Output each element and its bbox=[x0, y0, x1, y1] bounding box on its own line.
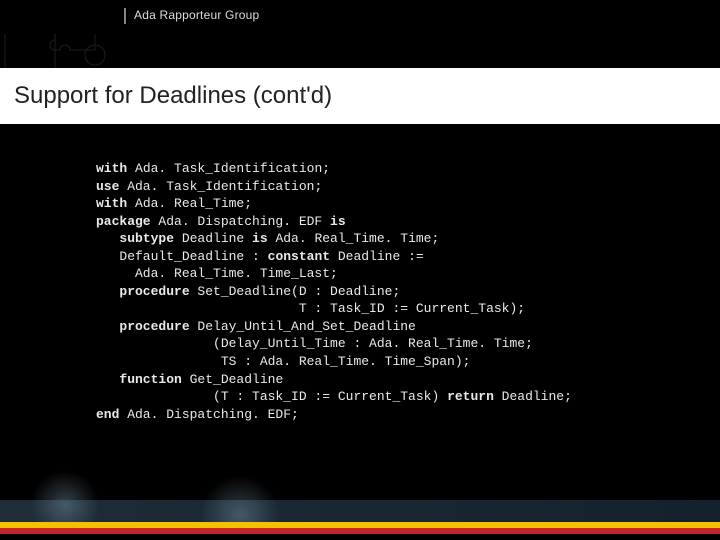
kw-with-2: with bbox=[96, 196, 127, 211]
kw-is-2: is bbox=[252, 231, 268, 246]
code-text: Deadline; bbox=[494, 389, 572, 404]
title-band: Support for Deadlines (cont'd) bbox=[0, 68, 720, 124]
code-text: Set_Deadline(D : Deadline; bbox=[190, 284, 401, 299]
kw-package: package bbox=[96, 214, 151, 229]
code-text: Ada. Dispatching. EDF; bbox=[119, 407, 298, 422]
kw-procedure-2: procedure bbox=[119, 319, 189, 334]
kw-is-1: is bbox=[330, 214, 346, 229]
kw-return: return bbox=[447, 389, 494, 404]
code-text: Delay_Until_And_Set_Deadline bbox=[190, 319, 416, 334]
slide-title: Support for Deadlines (cont'd) bbox=[14, 82, 332, 110]
footer bbox=[0, 500, 720, 540]
code-text: (Delay_Until_Time : Ada. Real_Time. Time… bbox=[96, 336, 533, 351]
kw-subtype: subtype bbox=[119, 231, 174, 246]
code-text: Default_Deadline : bbox=[96, 249, 268, 264]
code-indent bbox=[96, 284, 119, 299]
kw-function: function bbox=[119, 372, 181, 387]
code-text: (T : Task_ID := Current_Task) bbox=[96, 389, 447, 404]
footer-stripe-black bbox=[0, 534, 720, 540]
kw-with-1: with bbox=[96, 161, 127, 176]
header: Ada Rapporteur Group bbox=[0, 0, 720, 34]
code-text: T : Task_ID := Current_Task); bbox=[96, 301, 525, 316]
header-group-label: Ada Rapporteur Group bbox=[134, 8, 259, 22]
code-text: Ada. Real_Time; bbox=[127, 196, 252, 211]
kw-use: use bbox=[96, 179, 119, 194]
code-block: with Ada. Task_Identification; use Ada. … bbox=[96, 160, 572, 423]
code-text: Ada. Dispatching. EDF bbox=[151, 214, 330, 229]
code-indent bbox=[96, 372, 119, 387]
code-text: Ada. Task_Identification; bbox=[119, 179, 322, 194]
code-indent bbox=[96, 231, 119, 246]
code-text: Deadline := bbox=[330, 249, 424, 264]
code-text: Ada. Task_Identification; bbox=[127, 161, 330, 176]
code-text: TS : Ada. Real_Time. Time_Span); bbox=[96, 354, 470, 369]
code-indent bbox=[96, 319, 119, 334]
code-text: Deadline bbox=[174, 231, 252, 246]
footer-texture bbox=[0, 500, 720, 522]
code-text: Ada. Real_Time. Time; bbox=[268, 231, 440, 246]
kw-constant: constant bbox=[268, 249, 330, 264]
code-text: Get_Deadline bbox=[182, 372, 283, 387]
kw-end: end bbox=[96, 407, 119, 422]
slide: Ada Rapporteur Group Support for Deadlin… bbox=[0, 0, 720, 540]
kw-procedure-1: procedure bbox=[119, 284, 189, 299]
header-divider bbox=[124, 8, 126, 24]
code-text: Ada. Real_Time. Time_Last; bbox=[96, 266, 338, 281]
